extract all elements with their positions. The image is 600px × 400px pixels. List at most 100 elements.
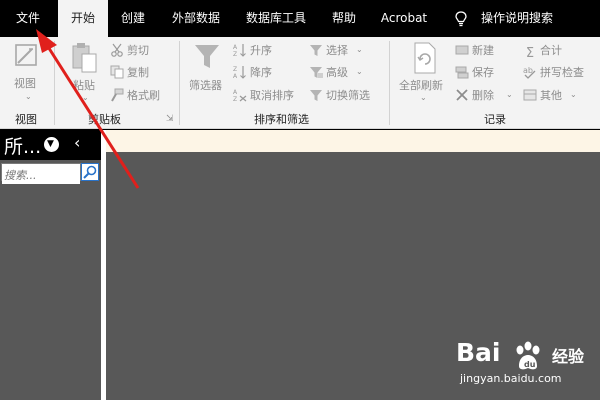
filter-icon: [195, 45, 219, 68]
toggle-filter-label: 切换筛选: [326, 89, 370, 102]
ribbon-tab-bar: 文件 开始 创建 外部数据 数据库工具 帮助 Acrobat 操作说明搜索: [0, 0, 600, 37]
copy-button[interactable]: 复制: [110, 65, 149, 81]
group-separator: [179, 41, 180, 125]
view-icon: [15, 44, 37, 66]
totals-button[interactable]: Σ 合计: [523, 43, 562, 61]
new-record-button[interactable]: 新建: [455, 43, 494, 59]
copy-icon: [110, 65, 124, 79]
delete-record-label: 删除: [472, 89, 494, 102]
paste-icon: [72, 43, 97, 73]
more-icon: [523, 88, 537, 102]
chevron-down-icon: ⌄: [420, 93, 427, 102]
sort-descending-label: 降序: [250, 66, 272, 79]
selection-filter-icon: [309, 43, 323, 57]
tab-home[interactable]: 开始: [58, 0, 108, 37]
nav-search-box: [1, 163, 81, 184]
navigation-pane-header: 所... ▼ ‹: [0, 130, 101, 160]
refresh-all-button[interactable]: 全部刷新: [399, 77, 443, 93]
collapse-pane-icon[interactable]: ‹: [74, 133, 80, 152]
format-painter-button[interactable]: 格式刷: [110, 88, 160, 104]
new-record-label: 新建: [472, 44, 494, 57]
sigma-icon: Σ: [525, 46, 535, 61]
tab-file[interactable]: 文件: [6, 0, 50, 37]
remove-sort-icon: AZ: [233, 88, 247, 103]
save-record-label: 保存: [472, 66, 494, 79]
watermark-url: jingyan.baidu.com: [460, 372, 562, 385]
clipboard-dialog-launcher-icon[interactable]: ⇲: [166, 111, 174, 127]
more-button[interactable]: 其他: [523, 88, 562, 104]
spell-check-icon: ab: [523, 65, 537, 79]
view-button[interactable]: 视图: [14, 75, 36, 91]
ribbon: 视图 ⌄ 视图 粘贴 ⌄ 剪切 复制 格式刷 剪贴板 ⇲ 筛选器 AZ升序: [0, 37, 600, 129]
sort-ascending-icon: AZ: [233, 43, 247, 58]
tab-help[interactable]: 帮助: [324, 0, 364, 37]
format-painter-label: 格式刷: [127, 89, 160, 102]
svg-text:Z: Z: [233, 51, 237, 57]
new-record-icon: [455, 43, 469, 57]
save-record-button[interactable]: 保存: [455, 65, 494, 81]
chevron-down-icon: ⌄: [356, 45, 363, 54]
svg-text:du: du: [524, 360, 536, 369]
watermark-brand-left: Bai: [456, 338, 501, 367]
toggle-filter-button[interactable]: 切换筛选: [309, 88, 370, 104]
tab-acrobat[interactable]: Acrobat: [374, 0, 434, 37]
sort-descending-button[interactable]: Z A 降序: [233, 65, 272, 81]
tell-me-search[interactable]: 操作说明搜索: [474, 0, 560, 37]
svg-text:A: A: [233, 44, 238, 51]
group-label-views: 视图: [15, 113, 37, 126]
group-label-clipboard: 剪贴板: [88, 113, 121, 126]
nav-dropdown-icon[interactable]: ▼: [44, 137, 59, 152]
delete-record-button[interactable]: 删除: [455, 88, 494, 104]
group-separator: [54, 41, 55, 125]
group-label-sort-filter: 排序和筛选: [254, 113, 309, 126]
svg-text:A: A: [233, 89, 238, 96]
spelling-label: 拼写检查: [540, 66, 584, 79]
selection-filter-button[interactable]: 选择: [309, 43, 348, 59]
advanced-filter-icon: [309, 65, 323, 79]
watermark-brand-right: 经验: [552, 347, 585, 366]
svg-text:Z: Z: [233, 66, 237, 73]
spelling-button[interactable]: ab 拼写检查: [523, 65, 584, 81]
sort-ascending-label: 升序: [250, 44, 272, 57]
advanced-filter-button[interactable]: 高级: [309, 65, 348, 81]
tab-create[interactable]: 创建: [112, 0, 154, 37]
tab-external-data[interactable]: 外部数据: [164, 0, 228, 37]
message-bar: [106, 130, 600, 152]
search-icon[interactable]: [81, 163, 99, 181]
selection-filter-label: 选择: [326, 44, 348, 57]
chevron-down-icon: ⌄: [82, 93, 89, 102]
navigation-pane-title[interactable]: 所...: [4, 132, 41, 159]
remove-sort-button[interactable]: A Z 取消排序: [233, 88, 294, 104]
chevron-down-icon: ⌄: [506, 90, 513, 99]
refresh-all-icon: [414, 42, 436, 74]
chevron-down-icon: ⌄: [570, 90, 577, 99]
svg-text:Z: Z: [233, 96, 237, 102]
advanced-filter-label: 高级: [326, 66, 348, 79]
baidu-watermark: Bai du 经验 jingyan.baidu.com: [456, 338, 596, 390]
svg-text:A: A: [233, 73, 238, 79]
nav-search-input[interactable]: [2, 167, 80, 184]
more-label: 其他: [540, 89, 562, 102]
group-label-records: 记录: [484, 113, 506, 126]
delete-x-icon: [455, 88, 469, 102]
copy-label: 复制: [127, 66, 149, 79]
navigation-pane: 所... ▼ ‹: [0, 130, 101, 400]
format-painter-icon: [110, 88, 124, 102]
cut-label: 剪切: [127, 44, 149, 57]
chevron-down-icon: ⌄: [25, 92, 32, 101]
sort-ascending-button[interactable]: A Z 升序: [233, 43, 272, 59]
scissors-icon: [110, 43, 124, 57]
paste-button[interactable]: 粘贴: [73, 77, 95, 93]
filter-button[interactable]: 筛选器: [189, 77, 222, 93]
totals-label: 合计: [540, 44, 562, 57]
cut-button[interactable]: 剪切: [110, 43, 149, 59]
chevron-down-icon: ⌄: [356, 67, 363, 76]
tab-database-tools[interactable]: 数据库工具: [238, 0, 314, 37]
paw-logo-icon: du: [516, 341, 540, 370]
sort-descending-icon: ZA: [233, 65, 247, 80]
lightbulb-icon: [455, 11, 467, 27]
save-icon: [455, 65, 469, 79]
toggle-filter-icon: [309, 88, 323, 102]
remove-sort-label: 取消排序: [250, 89, 294, 102]
group-separator: [389, 41, 390, 125]
